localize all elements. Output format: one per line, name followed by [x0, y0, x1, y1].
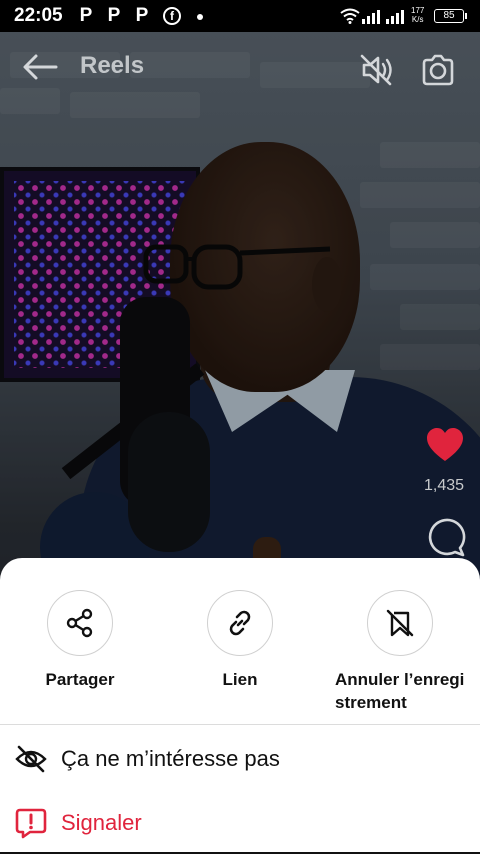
- battery-indicator: 85: [434, 9, 467, 23]
- share-icon: [66, 608, 93, 638]
- share-label: Partager: [45, 670, 115, 689]
- eye-slash-icon: [15, 745, 47, 773]
- report-label: Signaler: [61, 810, 142, 835]
- unsave-label: Annuler l’enregistrement: [335, 670, 465, 712]
- report-icon: [15, 808, 47, 839]
- link-label: Lien: [222, 670, 258, 689]
- signal-icon: [362, 10, 404, 24]
- status-time: 22:05: [14, 5, 63, 26]
- link-button[interactable]: [207, 590, 273, 656]
- camera-icon[interactable]: [418, 50, 458, 90]
- link-action[interactable]: Lien: [170, 590, 310, 691]
- reels-header: Reels: [0, 32, 480, 102]
- facebook-notification-icon: f: [163, 7, 181, 25]
- status-bar: 22:05 P P P f 177 K/s 85: [0, 0, 480, 32]
- mute-icon[interactable]: [356, 50, 396, 90]
- share-action[interactable]: Partager: [10, 590, 150, 691]
- unsave-button[interactable]: [367, 590, 433, 656]
- share-button[interactable]: [47, 590, 113, 656]
- comment-icon[interactable]: [426, 518, 466, 558]
- more-notifications-dot: [197, 14, 203, 20]
- back-arrow-icon[interactable]: [20, 52, 60, 82]
- unsave-action[interactable]: Annuler l’enregistrement: [332, 590, 468, 724]
- report-option[interactable]: Signaler: [0, 794, 480, 850]
- notification-p-icon: P: [79, 5, 93, 26]
- link-icon: [229, 610, 251, 636]
- notification-p-icon: P: [135, 5, 149, 26]
- not-interested-label: Ça ne m’intéresse pas: [61, 746, 280, 771]
- not-interested-option[interactable]: Ça ne m’intéresse pas: [0, 730, 480, 786]
- wifi-icon: [340, 8, 360, 24]
- options-sheet: Partager Lien Annuler l’enregistrement Ç…: [0, 558, 480, 854]
- likes-count: 1,435: [423, 477, 465, 494]
- unsave-icon: [386, 609, 414, 637]
- notification-p-icon: P: [107, 5, 121, 26]
- page-title: Reels: [80, 52, 145, 79]
- like-heart-icon[interactable]: [425, 427, 465, 463]
- sheet-divider: [0, 724, 480, 725]
- network-speed: 177 K/s: [411, 6, 425, 24]
